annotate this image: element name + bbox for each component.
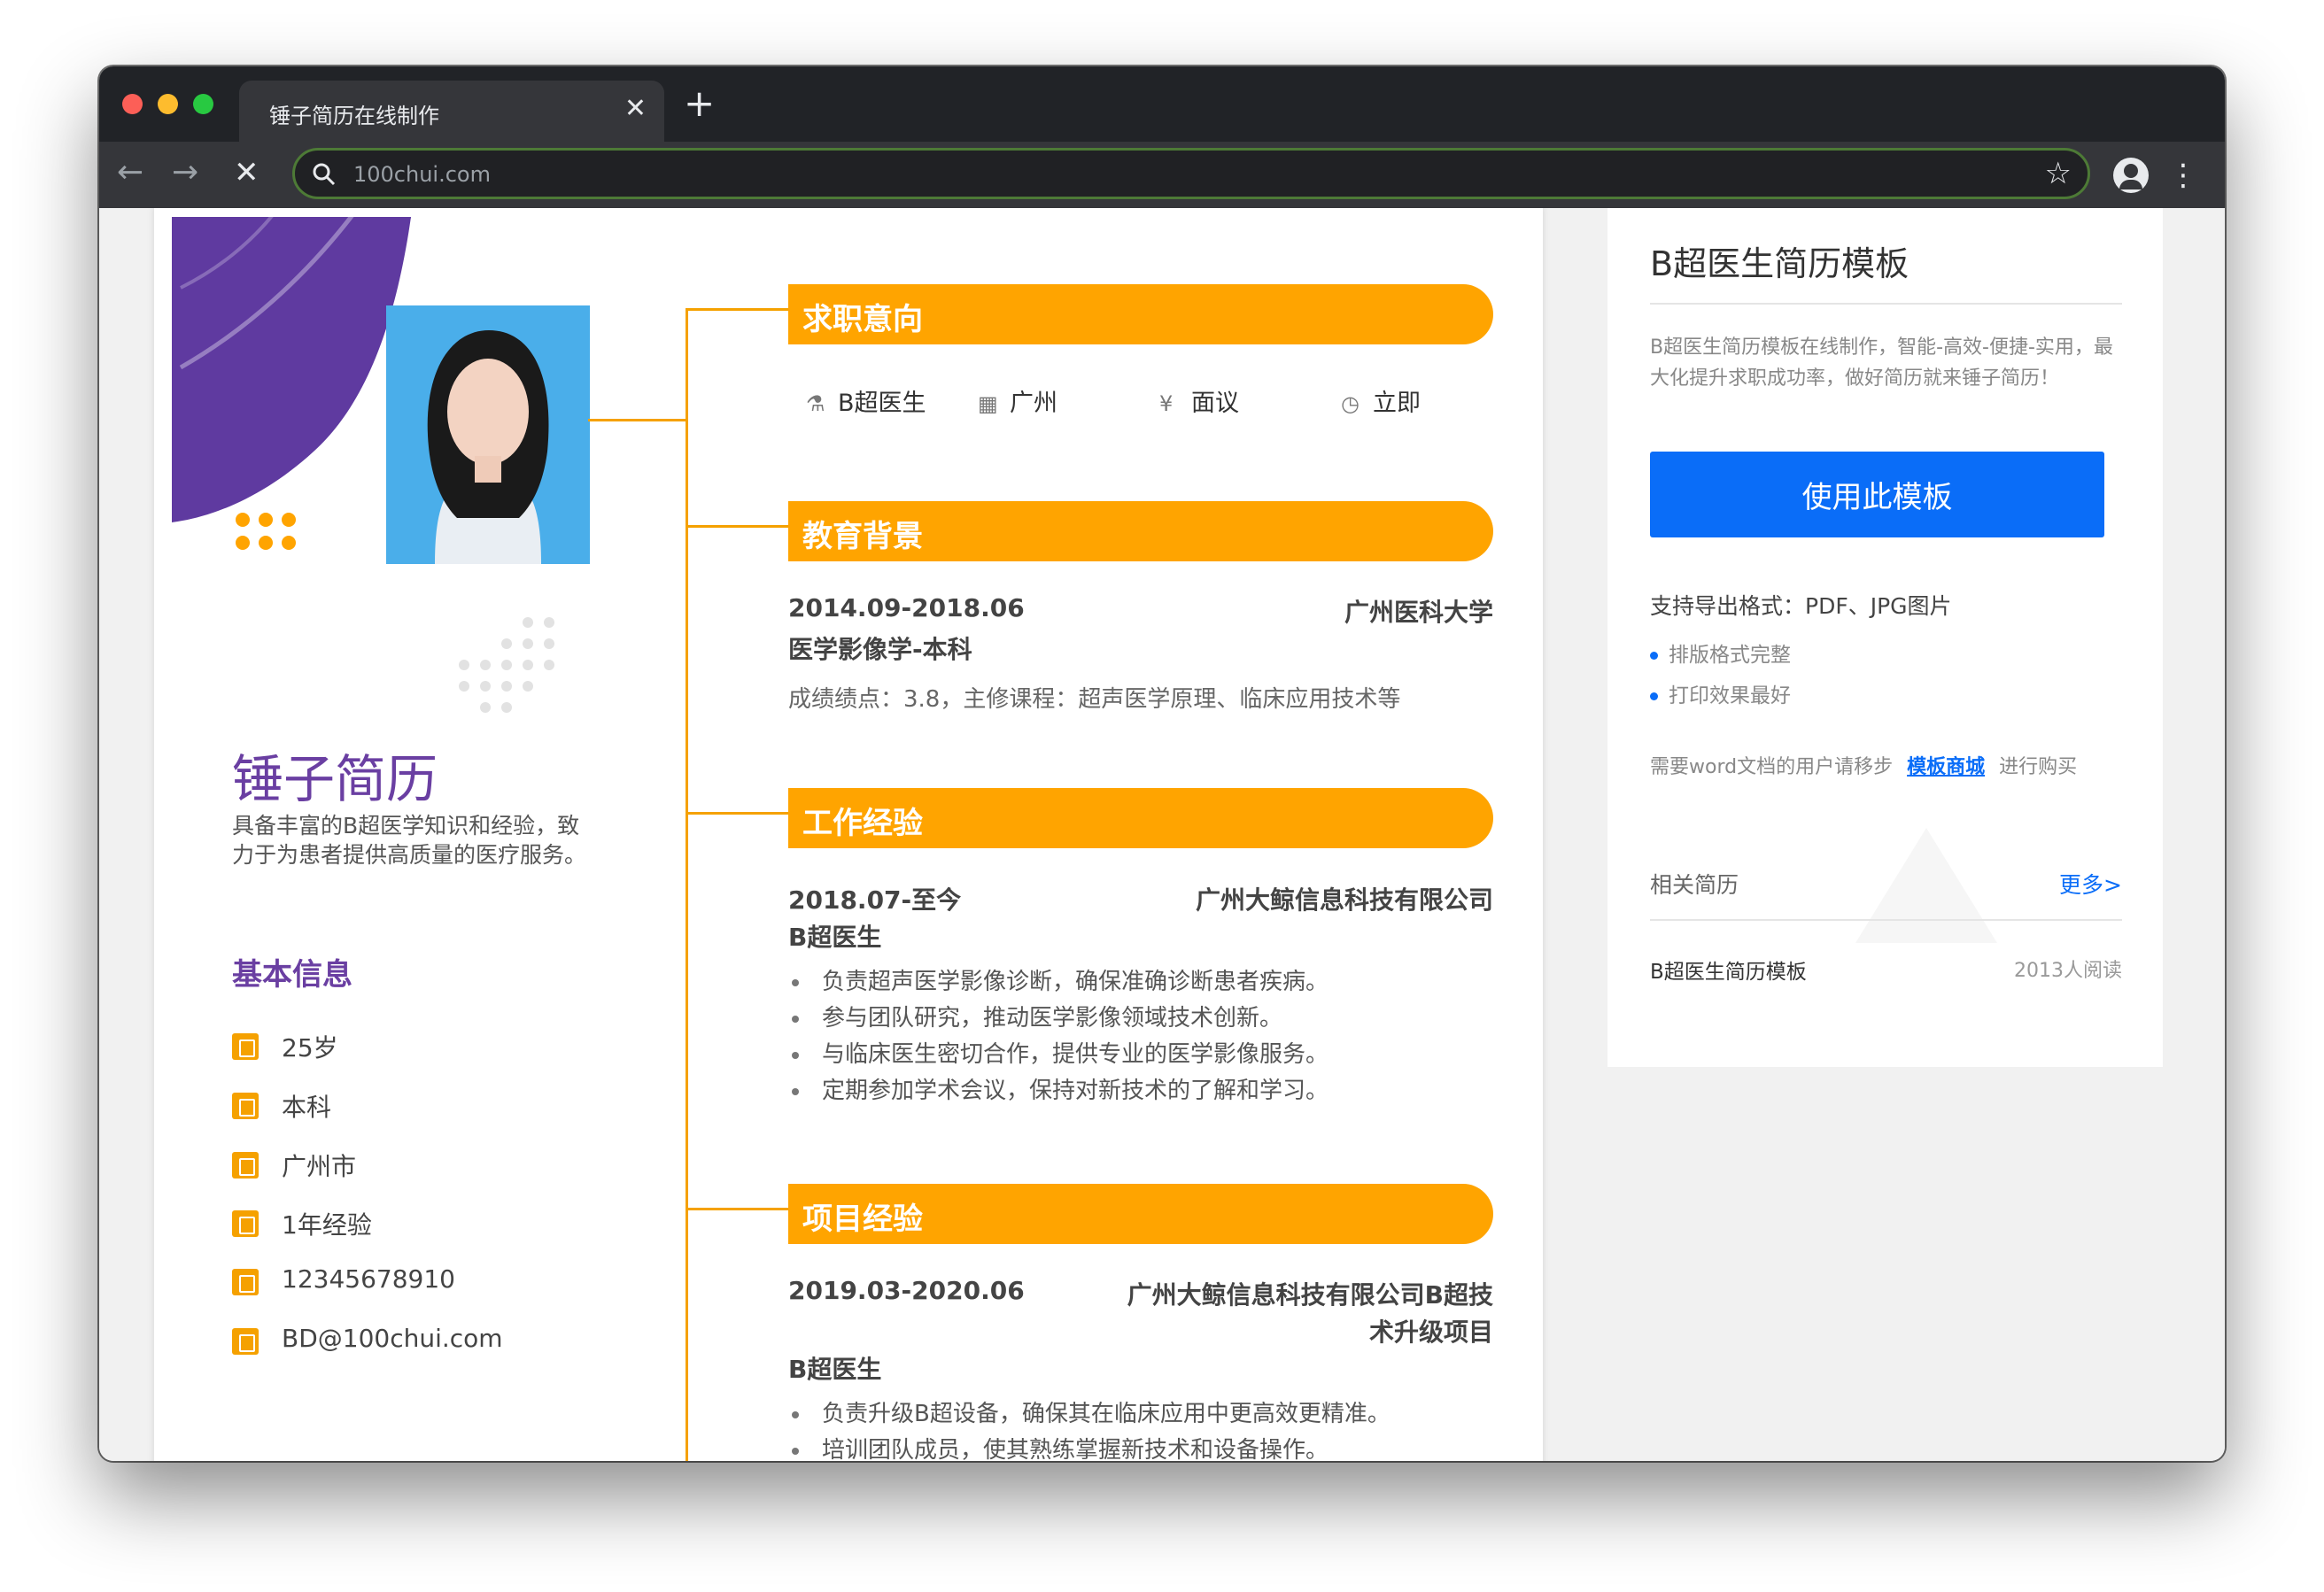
work-company: 广州大鲸信息科技有限公司 <box>1195 885 1493 915</box>
divider <box>1650 303 2122 305</box>
account-icon[interactable] <box>2113 158 2149 193</box>
project-row: 2019.03-2020.06 广州大鲸信息科技有限公司B超技 <box>788 1276 1493 1310</box>
clock-icon: ◷ <box>1341 391 1360 416</box>
section-project-title: 项目经验 <box>802 1202 923 1237</box>
photo-connector <box>588 419 687 421</box>
resume-intro: 具备丰富的B超医学知识和经验，致力于为患者提供高质量的医疗服务。 <box>232 813 587 868</box>
phone-icon <box>232 1269 259 1295</box>
work-connector <box>686 812 790 815</box>
maximize-window-button[interactable] <box>193 94 213 114</box>
browser-tab[interactable]: 锤子简历在线制作 ✕ <box>239 81 664 142</box>
education-major: 医学影像学-本科 <box>788 635 972 664</box>
orange-dots <box>236 513 296 550</box>
intent-connector <box>686 308 790 311</box>
list-item: 参与团队研究，推动医学影像领域技术创新。 <box>788 1001 1493 1037</box>
list-item: 定期参加学术会议，保持对新技术的了解和学习。 <box>788 1073 1493 1109</box>
section-education-title: 教育背景 <box>802 519 923 554</box>
flask-icon: ⚗ <box>806 391 825 416</box>
template-description: B超医生简历模板在线制作，智能-高效-便捷-实用，最大化提升求职成功率，做好简历… <box>1650 336 2113 390</box>
graduation-cap-icon <box>232 1093 259 1119</box>
template-title: B超医生简历模板 <box>1650 244 1910 283</box>
section-work-title: 工作经验 <box>802 806 923 841</box>
export-formats: 支持导出格式：PDF、JPG图片 <box>1650 593 1952 619</box>
building-icon: ▦ <box>978 391 998 416</box>
related-item-link[interactable]: B超医生简历模板 <box>1650 954 1807 985</box>
watermark-shape <box>1855 828 1997 943</box>
related-item-count: 2013人阅读 <box>2014 960 2122 982</box>
close-window-button[interactable] <box>122 94 143 114</box>
resume-preview: 锤子简历 具备丰富的B超医学知识和经验，致力于为患者提供高质量的医疗服务。 基本… <box>154 208 1543 1461</box>
education-school: 广州医科大学 <box>1344 598 1493 627</box>
gray-dots <box>459 617 554 713</box>
more-link[interactable]: 更多> <box>2059 868 2122 900</box>
tab-title: 锤子简历在线制作 <box>269 104 439 128</box>
related-title: 相关简历 <box>1650 872 1739 898</box>
education-row: 2014.09-2018.06 广州医科大学 <box>788 593 1493 627</box>
feature-item: 打印效果最好 <box>1650 678 1791 708</box>
browser-toolbar: ← → ✕ 100chui.com ☆ ⋮ <box>99 142 2225 208</box>
url-text[interactable]: 100chui.com <box>353 162 491 187</box>
stop-loading-icon[interactable]: ✕ <box>234 151 260 195</box>
title-bar: 锤子简历在线制作 ✕ + <box>99 66 2225 142</box>
minimize-window-button[interactable] <box>158 94 178 114</box>
intent-city: ▦ 广州 <box>978 390 1057 417</box>
section-intent: 求职意向 <box>788 284 1493 344</box>
project-connector <box>686 1208 790 1210</box>
browser-menu-icon[interactable]: ⋮ <box>2168 156 2198 195</box>
education-connector <box>686 525 790 528</box>
template-store-link[interactable]: 模板商城 <box>1907 756 1985 778</box>
intent-availability: ◷ 立即 <box>1341 390 1421 417</box>
work-date: 2018.07-至今 <box>788 885 962 915</box>
new-tab-button[interactable]: + <box>684 85 715 122</box>
back-arrow-icon[interactable]: ← <box>117 151 143 195</box>
education-date: 2014.09-2018.06 <box>788 593 1025 622</box>
project-name-line1: 广州大鲸信息科技有限公司B超技 <box>1127 1280 1493 1310</box>
section-intent-title: 求职意向 <box>802 302 923 337</box>
intent-position: ⚗ B超医生 <box>806 390 926 417</box>
search-icon <box>313 163 336 186</box>
profile-photo <box>386 305 590 564</box>
section-education: 教育背景 <box>788 501 1493 561</box>
section-project: 项目经验 <box>788 1184 1493 1244</box>
yen-icon: ¥ <box>1159 391 1174 416</box>
mail-icon <box>232 1328 259 1355</box>
list-item: 与临床医生密切合作，提供专业的医学影像服务。 <box>788 1037 1493 1073</box>
project-name-line2: 术升级项目 <box>1368 1318 1493 1347</box>
education-detail: 成绩绩点：3.8，主修课程：超声医学原理、临床应用技术等 <box>788 686 1401 713</box>
list-item: 培训团队成员，使其熟练掌握新技术和设备操作。 <box>788 1433 1493 1461</box>
basic-info-title: 基本信息 <box>232 957 352 993</box>
tab-close-icon[interactable]: ✕ <box>624 93 647 125</box>
work-role: B超医生 <box>788 923 882 952</box>
feature-item: 排版格式完整 <box>1650 638 1791 668</box>
timeline-line <box>686 308 688 1461</box>
word-note: 需要word文档的用户请移步 模板商城 进行购买 <box>1650 756 2078 778</box>
forward-arrow-icon[interactable]: → <box>172 151 198 195</box>
project-date: 2019.03-2020.06 <box>788 1276 1025 1305</box>
divider <box>1650 919 2122 921</box>
section-work: 工作经验 <box>788 788 1493 848</box>
browser-window: 锤子简历在线制作 ✕ + ← → ✕ 100chui.com ☆ ⋮ 锤子简历 … <box>99 66 2225 1461</box>
project-bullets: 负责升级B超设备，确保其在临床应用中更高效更精准。 培训团队成员，使其熟练掌握新… <box>788 1396 1493 1461</box>
list-item: 负责升级B超设备，确保其在临床应用中更高效更精准。 <box>788 1396 1493 1433</box>
list-item: 负责超声医学影像诊断，确保准确诊断患者疾病。 <box>788 964 1493 1001</box>
intent-salary: ¥ 面议 <box>1159 390 1239 417</box>
calendar-icon <box>232 1033 259 1060</box>
address-bar[interactable]: 100chui.com ☆ <box>292 148 2090 199</box>
bookmark-star-icon[interactable]: ☆ <box>2045 156 2072 191</box>
document-icon <box>232 1210 259 1237</box>
template-sidebar: B超医生简历模板 B超医生简历模板在线制作，智能-高效-便捷-实用，最大化提升求… <box>1607 208 2163 1067</box>
page-content: 锤子简历 具备丰富的B超医学知识和经验，致力于为患者提供高质量的医疗服务。 基本… <box>99 208 2225 1461</box>
project-role: B超医生 <box>788 1355 882 1384</box>
building-icon <box>232 1152 259 1179</box>
work-bullets: 负责超声医学影像诊断，确保准确诊断患者疾病。 参与团队研究，推动医学影像领域技术… <box>788 964 1493 1109</box>
resume-name: 锤子简历 <box>232 749 438 809</box>
work-row: 2018.07-至今 广州大鲸信息科技有限公司 <box>788 881 1493 916</box>
use-template-button[interactable]: 使用此模板 <box>1650 452 2104 537</box>
